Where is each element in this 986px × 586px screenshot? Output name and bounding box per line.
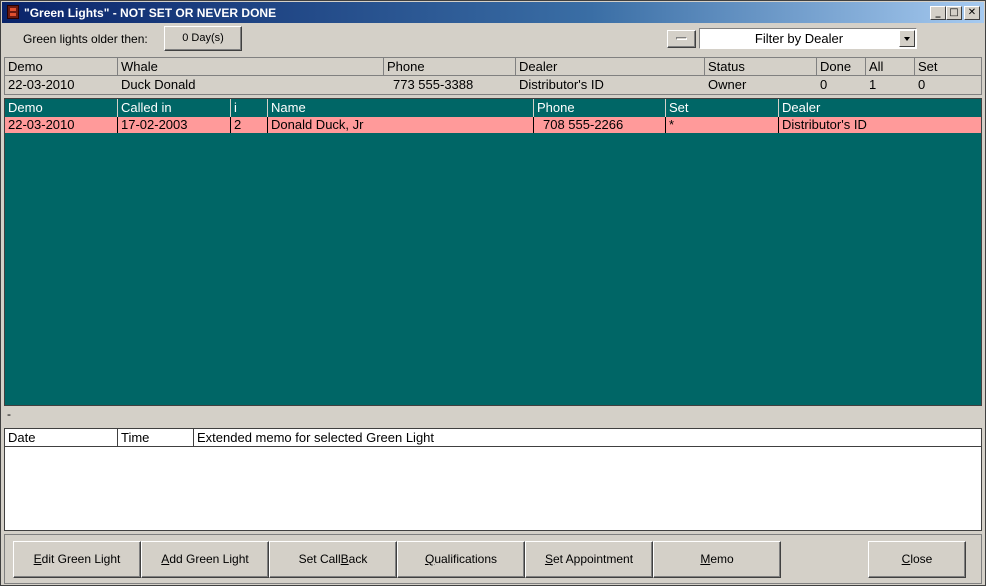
whale-done-cell: 0 xyxy=(820,77,828,92)
green-lights-window: "Green Lights" - NOT SET OR NEVER DONE _… xyxy=(0,0,986,586)
close-button[interactable]: Close xyxy=(868,541,966,578)
callback-mnemonic: B xyxy=(340,552,349,566)
set-callback-button[interactable]: Set CallBack xyxy=(269,541,397,578)
column-header-all[interactable]: All xyxy=(866,58,915,75)
table-row-selected[interactable]: 22-03-2010 17-02-2003 2 Donald Duck, Jr … xyxy=(5,117,981,133)
whale-table: Demo Whale Phone Dealer Status Done All … xyxy=(4,57,982,95)
edit-label: dit Green Light xyxy=(41,552,121,566)
callback-label-pre: Set Call xyxy=(298,552,341,566)
column-header-name[interactable]: Name xyxy=(268,99,534,117)
filter-toggle-button[interactable] xyxy=(667,30,696,48)
gl-i-cell: 2 xyxy=(231,117,268,133)
qualifications-label: ualifications xyxy=(434,552,498,566)
whale-all-cell: 1 xyxy=(869,77,877,92)
window-title: "Green Lights" - NOT SET OR NEVER DONE xyxy=(24,6,277,20)
memo-mnemonic: M xyxy=(700,552,711,566)
column-header-demo[interactable]: Demo xyxy=(5,99,118,117)
dealer-filter-select[interactable]: Filter by Dealer xyxy=(699,28,917,49)
whale-status-cell: Owner xyxy=(708,77,747,92)
column-header-dealer[interactable]: Dealer xyxy=(516,58,705,75)
memo-table[interactable]: Date Time Extended memo for selected Gre… xyxy=(4,428,982,531)
days-button[interactable]: 0 Day(s) xyxy=(164,26,242,51)
add-green-light-button[interactable]: Add Green Light xyxy=(141,541,269,578)
separator-text: - xyxy=(7,407,11,421)
older-than-label: Green lights older then: xyxy=(23,32,148,46)
whale-demo-cell: 22-03-2010 xyxy=(8,77,75,92)
set-appointment-button[interactable]: Set Appointment xyxy=(525,541,653,578)
whale-dealer-cell: Distributor's ID xyxy=(519,77,604,92)
whale-table-header: Demo Whale Phone Dealer Status Done All … xyxy=(5,58,981,76)
whale-name-cell: Duck Donald xyxy=(121,77,196,92)
qualifications-mnemonic: Q xyxy=(424,552,435,566)
column-header-called-in[interactable]: Called in xyxy=(118,99,231,117)
memo-header: Date Time Extended memo for selected Gre… xyxy=(5,429,981,447)
column-header-phone[interactable]: Phone xyxy=(534,99,666,117)
gl-set-cell: * xyxy=(666,117,779,133)
whale-phone-cell: 773 555-3388 xyxy=(393,77,474,92)
column-header-done[interactable]: Done xyxy=(817,58,866,75)
gl-demo-cell: 22-03-2010 xyxy=(5,117,118,133)
green-lights-header: Demo Called in i Name Phone Set Dealer xyxy=(5,99,981,117)
dealer-filter-value: Filter by Dealer xyxy=(754,31,844,46)
table-row[interactable]: 22-03-2010 Duck Donald 773 555-3388 Dist… xyxy=(5,76,981,94)
gl-dealer-cell: Distributor's ID xyxy=(782,117,867,132)
minimize-button[interactable]: _ xyxy=(930,6,946,20)
column-header-set[interactable]: Set xyxy=(915,58,981,75)
column-header-time[interactable]: Time xyxy=(118,429,194,446)
column-header-dealer[interactable]: Dealer xyxy=(779,99,981,117)
edit-mnemonic: E xyxy=(33,552,42,566)
green-lights-grid[interactable]: Demo Called in i Name Phone Set Dealer 2… xyxy=(4,98,982,406)
column-header-memo[interactable]: Extended memo for selected Green Light xyxy=(194,429,981,446)
qualifications-button[interactable]: Qualifications xyxy=(397,541,525,578)
callback-label-post: ack xyxy=(348,552,368,566)
gl-name-cell: Donald Duck, Jr xyxy=(268,117,534,133)
column-header-demo[interactable]: Demo xyxy=(5,58,118,75)
close-window-button[interactable]: ✕ xyxy=(964,6,980,20)
maximize-button[interactable]: □ xyxy=(946,6,962,20)
app-icon xyxy=(7,5,19,19)
column-header-phone[interactable]: Phone xyxy=(384,58,516,75)
edit-green-light-button[interactable]: Edit Green Light xyxy=(13,541,141,578)
chevron-down-icon[interactable] xyxy=(899,30,915,47)
column-header-i[interactable]: i xyxy=(231,99,268,117)
close-label: lose xyxy=(910,552,933,566)
gl-phone-cell: 708 555-2266 xyxy=(534,117,666,133)
column-header-status[interactable]: Status xyxy=(705,58,817,75)
memo-button[interactable]: Memo xyxy=(653,541,781,578)
memo-label: emo xyxy=(710,552,734,566)
add-label: dd Green Light xyxy=(169,552,249,566)
whale-set-cell: 0 xyxy=(918,77,926,92)
column-header-date[interactable]: Date xyxy=(5,429,118,446)
minus-icon xyxy=(676,37,687,40)
appointment-label: et Appointment xyxy=(552,552,634,566)
gl-called-in-cell: 17-02-2003 xyxy=(118,117,231,133)
title-bar: "Green Lights" - NOT SET OR NEVER DONE _… xyxy=(2,2,984,23)
appointment-mnemonic: S xyxy=(544,552,553,566)
column-header-whale[interactable]: Whale xyxy=(118,58,384,75)
column-header-set[interactable]: Set xyxy=(666,99,779,117)
